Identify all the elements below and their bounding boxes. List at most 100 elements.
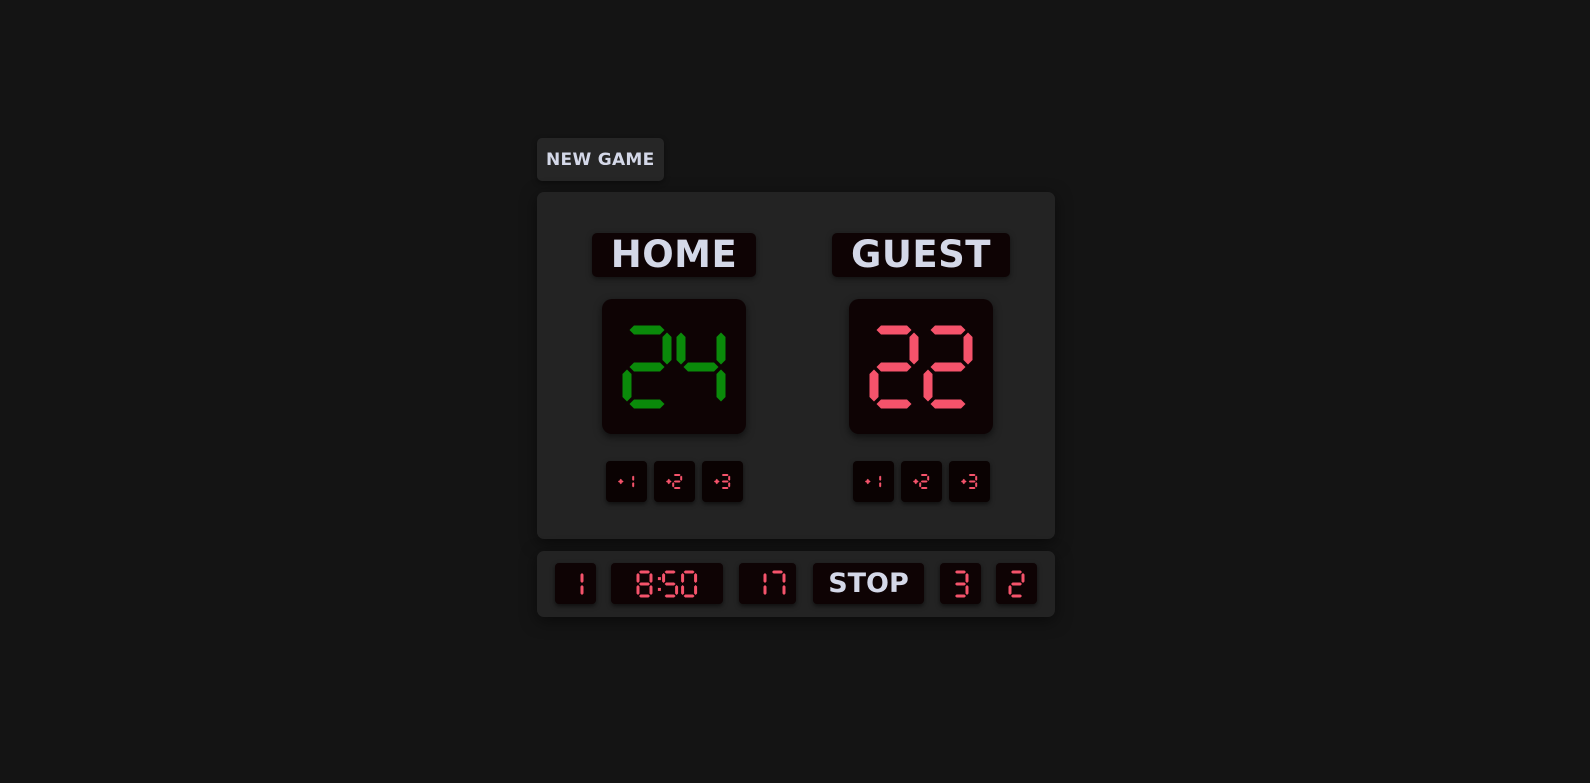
home-team: HOME bbox=[591, 192, 757, 502]
digit-segment bbox=[1021, 572, 1025, 583]
guest-point-buttons bbox=[852, 461, 990, 502]
game-clock-digits bbox=[636, 570, 698, 597]
digit-segment bbox=[639, 582, 651, 585]
home-add-1-label bbox=[618, 475, 635, 488]
guest-add-1-label bbox=[865, 475, 882, 488]
digit-segment bbox=[629, 362, 665, 371]
digit-segment bbox=[975, 482, 978, 488]
digit-segment bbox=[919, 482, 922, 488]
colon-dot bbox=[658, 587, 662, 591]
plus-segment bbox=[867, 478, 870, 485]
digit-segment bbox=[876, 325, 912, 334]
digit-segment bbox=[629, 399, 665, 408]
digit-segment bbox=[639, 593, 651, 597]
digit-segment bbox=[649, 584, 653, 595]
guest-team-name: GUEST bbox=[831, 233, 1011, 277]
digit-segment bbox=[921, 474, 928, 477]
digit-segment bbox=[662, 332, 672, 364]
digit-segment bbox=[674, 480, 681, 483]
plus-segment bbox=[716, 478, 719, 485]
digit-segment bbox=[683, 593, 695, 597]
new-game-button[interactable]: NEW GAME bbox=[537, 138, 664, 181]
scoreboard-panel: HOME GUEST bbox=[537, 192, 1055, 539]
home-add-1-button[interactable] bbox=[605, 461, 647, 502]
digit-segment bbox=[1011, 594, 1022, 597]
digit-segment bbox=[909, 332, 919, 364]
digit-segment bbox=[965, 584, 969, 595]
digit-segment bbox=[632, 475, 635, 481]
digit-segment bbox=[771, 570, 783, 573]
digit-segment bbox=[629, 325, 665, 334]
digit-segment bbox=[876, 362, 912, 371]
guest-add-3-button[interactable] bbox=[948, 461, 990, 502]
guest-add-2-button[interactable] bbox=[900, 461, 942, 502]
home-add-3-button[interactable] bbox=[701, 461, 743, 502]
digit-segment bbox=[636, 572, 640, 583]
digit-segment bbox=[681, 572, 685, 583]
digit-segment bbox=[869, 369, 879, 401]
home-add-2-button[interactable] bbox=[653, 461, 695, 502]
period-display bbox=[555, 563, 596, 604]
digit-segment bbox=[722, 480, 729, 483]
plus-segment bbox=[915, 478, 918, 485]
stop-button[interactable]: STOP bbox=[813, 563, 924, 604]
digit-segment bbox=[675, 584, 679, 595]
digit-segment bbox=[728, 475, 731, 481]
digit-segment bbox=[930, 362, 966, 371]
guest-score-digits bbox=[869, 325, 973, 408]
shot-clock-display bbox=[739, 563, 796, 604]
digit-segment bbox=[676, 332, 686, 364]
digit-segment bbox=[662, 572, 666, 583]
game-clock-display bbox=[611, 563, 723, 604]
digit-segment bbox=[763, 584, 766, 595]
digit-segment bbox=[763, 572, 766, 583]
digit-segment bbox=[1008, 584, 1012, 595]
digit-segment bbox=[680, 475, 683, 481]
digit-segment bbox=[927, 475, 930, 481]
digit-segment bbox=[969, 480, 976, 483]
digit-segment bbox=[879, 482, 882, 488]
digit-segment bbox=[1011, 582, 1022, 585]
digit-segment bbox=[716, 369, 726, 401]
digit-segment bbox=[664, 570, 676, 574]
digit-segment bbox=[955, 570, 966, 573]
home-fouls-display bbox=[940, 563, 981, 604]
digit-segment bbox=[694, 572, 698, 583]
digit-segment bbox=[782, 584, 785, 595]
guest-team: GUEST bbox=[831, 192, 1011, 502]
digit-segment bbox=[879, 475, 882, 481]
home-point-buttons bbox=[605, 461, 743, 502]
digit-segment bbox=[683, 570, 695, 574]
digit-segment bbox=[969, 486, 976, 489]
home-team-name: HOME bbox=[591, 233, 757, 277]
digit-segment bbox=[672, 482, 675, 488]
digit-segment bbox=[716, 332, 726, 364]
guest-add-1-button[interactable] bbox=[852, 461, 894, 502]
digit-segment bbox=[965, 572, 969, 583]
guest-score-display bbox=[849, 299, 993, 434]
digit-segment bbox=[969, 474, 976, 477]
digit-segment bbox=[955, 582, 966, 585]
digit-segment bbox=[975, 475, 978, 481]
digit-segment bbox=[1011, 570, 1022, 573]
digit-segment bbox=[876, 399, 912, 408]
digit-segment bbox=[921, 486, 928, 489]
period-digits bbox=[580, 572, 584, 595]
guest-add-2-label bbox=[913, 474, 930, 489]
digit-segment bbox=[580, 572, 584, 583]
digit-segment bbox=[681, 584, 685, 595]
digit-segment bbox=[632, 482, 635, 488]
home-add-2-label bbox=[666, 474, 683, 489]
digit-segment bbox=[636, 584, 640, 595]
digit-segment bbox=[930, 325, 966, 334]
digit-segment bbox=[728, 482, 731, 488]
digit-segment bbox=[649, 572, 653, 583]
guest-add-3-label bbox=[961, 474, 978, 489]
digit-segment bbox=[674, 474, 681, 477]
digit-segment bbox=[622, 369, 632, 401]
plus-segment bbox=[620, 478, 623, 485]
home-score-digits bbox=[622, 325, 726, 408]
colon-dot bbox=[658, 576, 662, 580]
plus-segment bbox=[668, 478, 671, 485]
digit-segment bbox=[580, 584, 584, 595]
